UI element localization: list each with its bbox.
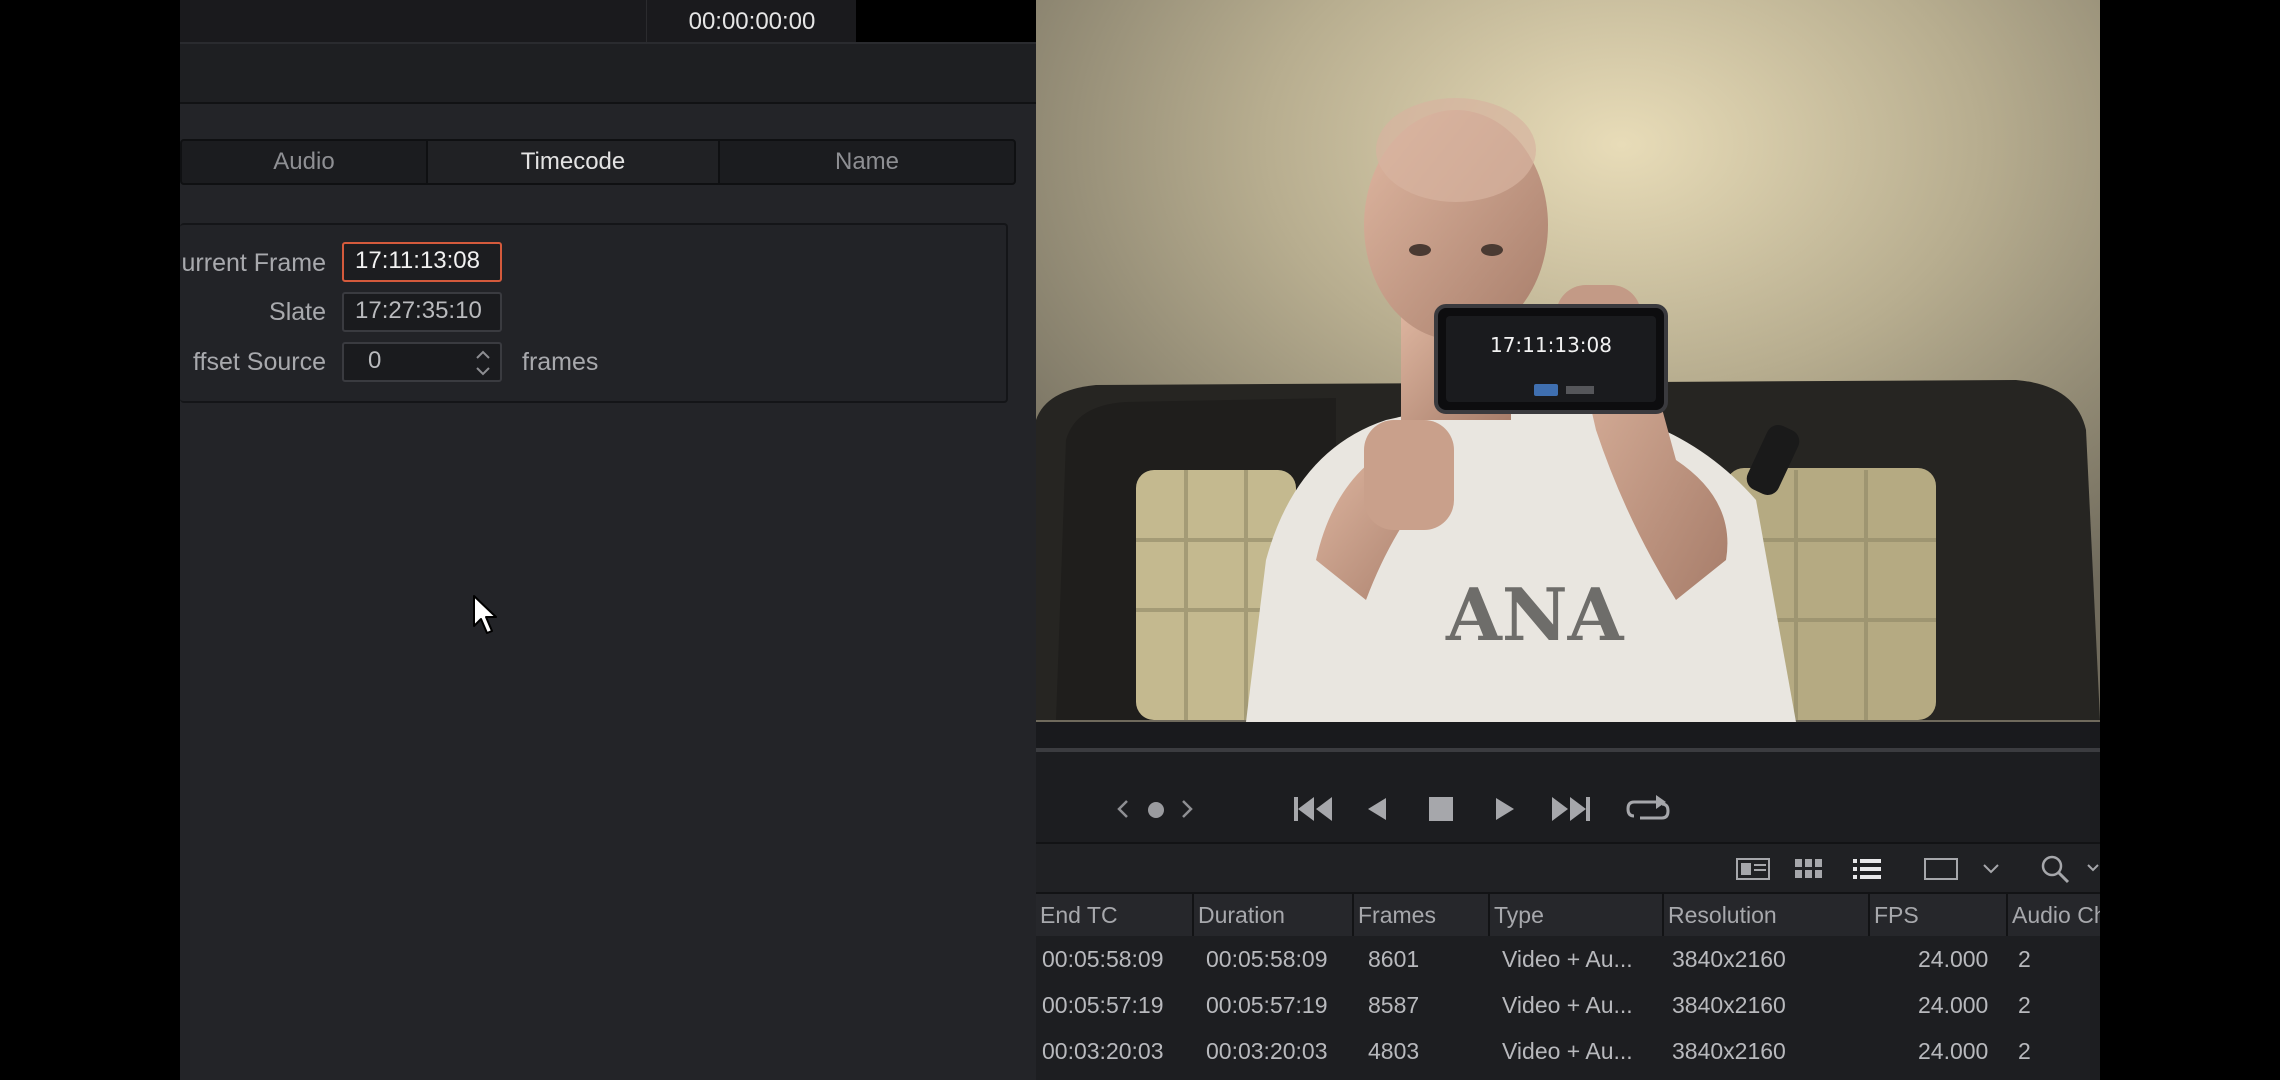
cell-type: Video + Au... [1502,946,1633,972]
step-back-icon[interactable] [1366,796,1388,822]
table-row[interactable]: 00:05:58:09 00:05:58:09 8601 Video + Au.… [1036,936,2100,982]
cell-resolution: 3840x2160 [1672,992,1786,1018]
current-frame-label: urrent Frame [181,249,326,277]
cell-fps: 24.000 [1918,946,1989,972]
cell-end-tc: 00:05:58:09 [1042,946,1164,972]
slate-field[interactable]: 17:27:35:10 [342,292,502,332]
clip-attributes-panel [180,42,1036,1080]
search-icon[interactable] [2040,854,2070,884]
stepper-arrows-icon[interactable] [474,346,492,380]
video-frame-image: ANA 17:11:13:08 [1036,0,2100,722]
cell-duration: 00:05:57:19 [1206,992,1328,1018]
column-header-end-tc[interactable]: End TC [1036,894,1192,936]
tab-timecode[interactable]: Timecode [428,141,720,183]
cell-duration: 00:05:58:09 [1206,946,1328,972]
next-marker-icon[interactable] [1180,798,1194,820]
skip-to-start-icon[interactable] [1292,794,1334,824]
table-row[interactable]: 00:03:20:03 00:03:20:03 4803 Video + Au.… [1036,1028,2100,1074]
svg-text:17:11:13:08: 17:11:13:08 [1490,333,1612,357]
cell-frames: 4803 [1368,1038,1420,1064]
panel-header [180,42,1038,104]
viewer-video-frame[interactable]: ANA 17:11:13:08 [1036,0,2100,722]
prev-marker-icon[interactable] [1116,798,1130,820]
cell-type: Video + Au... [1502,992,1633,1018]
current-frame-field[interactable]: 17:11:13:08 [342,242,502,282]
marker-dot-icon[interactable] [1146,800,1166,820]
skip-to-end-icon[interactable] [1550,794,1592,824]
offset-source-stepper[interactable]: 0 [342,342,502,382]
transport-controls [1036,752,2100,842]
column-header-resolution[interactable]: Resolution [1662,894,1868,936]
list-view-icon[interactable] [1852,858,1882,880]
cell-type: Video + Au... [1502,1038,1633,1064]
chevron-down-icon[interactable] [1982,862,2000,876]
cell-audio-ch: 2 [2018,1038,2031,1064]
svg-text:ANA: ANA [1445,572,1625,657]
cell-frames: 8587 [1368,992,1420,1018]
mouse-cursor-icon [473,595,497,634]
timecode-strip: 00:00:00:00 [180,0,856,42]
cell-audio-ch: 2 [2018,992,2031,1018]
cell-resolution: 3840x2160 [1672,946,1786,972]
metadata-view-icon[interactable] [1736,858,1770,880]
stop-icon[interactable] [1428,796,1454,822]
cell-frames: 8601 [1368,946,1420,972]
right-letterbox [2100,0,2280,1080]
column-header-fps[interactable]: FPS [1868,894,2006,936]
cell-audio-ch: 2 [2018,946,2031,972]
column-header-duration[interactable]: Duration [1192,894,1352,936]
cell-end-tc: 00:05:57:19 [1042,992,1164,1018]
cell-fps: 24.000 [1918,1038,1989,1064]
column-header-audio-ch[interactable]: Audio Ch [2006,894,2100,936]
cell-resolution: 3840x2160 [1672,1038,1786,1064]
cell-fps: 24.000 [1918,992,1989,1018]
slate-label: Slate [269,298,326,326]
chevron-down-icon[interactable] [2086,862,2100,876]
play-icon[interactable] [1494,796,1516,822]
media-pool-toolbar [1036,842,2100,894]
tab-name[interactable]: Name [720,141,1014,183]
record-timecode: 00:00:00:00 [646,0,857,42]
media-pool-table: 00:05:58:09 00:05:58:09 8601 Video + Au.… [1036,936,2100,1080]
viewer-size-icon[interactable] [1924,858,1958,880]
thumbnail-view-icon[interactable] [1794,858,1824,880]
column-header-type[interactable]: Type [1488,894,1662,936]
offset-source-label: ffset Source [193,348,326,376]
column-header-frames[interactable]: Frames [1352,894,1488,936]
attributes-tab-bar: Audio Timecode Name [180,139,1016,185]
table-row[interactable]: 00:05:57:19 00:05:57:19 8587 Video + Au.… [1036,982,2100,1028]
cell-end-tc: 00:03:20:03 [1042,1038,1164,1064]
tab-audio[interactable]: Audio [182,141,428,183]
loop-icon[interactable] [1626,792,1670,826]
media-pool-table-header: End TC Duration Frames Type Resolution F… [1036,892,2100,938]
offset-unit-label: frames [522,348,599,376]
offset-source-value: 0 [368,347,382,374]
cell-duration: 00:03:20:03 [1206,1038,1328,1064]
